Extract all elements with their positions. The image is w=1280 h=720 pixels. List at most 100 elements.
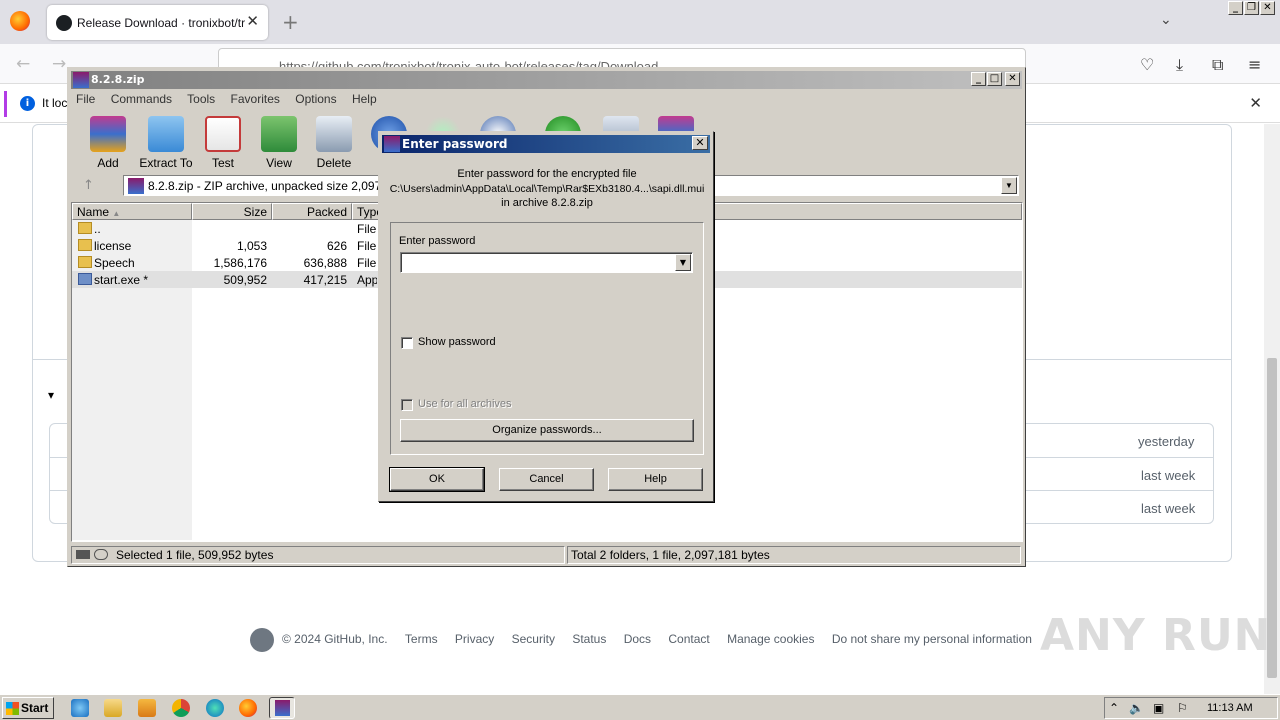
- winrar-taskbar-button[interactable]: [269, 697, 295, 719]
- tray-expand-icon[interactable]: ⌃: [1109, 701, 1119, 715]
- menu-tools[interactable]: Tools: [187, 92, 215, 106]
- winrar-icon: [384, 136, 400, 152]
- start-button[interactable]: Start: [2, 697, 54, 719]
- winrar-minimize-button[interactable]: _: [971, 72, 986, 86]
- key-icon[interactable]: [94, 549, 108, 560]
- page-footer: © 2024 GitHub, Inc. Terms Privacy Securi…: [250, 628, 1032, 652]
- show-password-checkbox[interactable]: Show password: [401, 336, 601, 350]
- winrar-maximize-button[interactable]: □: [987, 72, 1002, 86]
- menu-file[interactable]: File: [76, 92, 95, 106]
- column-header-packed[interactable]: Packed: [272, 203, 352, 220]
- extensions-icon[interactable]: ⧉: [1212, 55, 1223, 75]
- folder-icon: [78, 256, 92, 268]
- file-packed: 417,215: [303, 273, 347, 287]
- network-icon[interactable]: ▣: [1153, 701, 1164, 715]
- view-button[interactable]: View: [249, 116, 309, 170]
- internet-explorer-icon[interactable]: [71, 699, 89, 717]
- volume-icon[interactable]: 🔈: [1129, 701, 1144, 715]
- footer-link-contact[interactable]: Contact: [668, 632, 709, 646]
- menu-options[interactable]: Options: [295, 92, 336, 106]
- page-scrollbar[interactable]: [1264, 124, 1280, 694]
- message-line: Enter password for the encrypted file: [457, 168, 637, 180]
- add-label: Add: [97, 156, 119, 170]
- footer-link-terms[interactable]: Terms: [405, 632, 438, 646]
- forward-arrow-icon[interactable]: →: [52, 54, 66, 74]
- close-window-button[interactable]: ✕: [1260, 1, 1275, 15]
- path-dropdown-arrow-icon[interactable]: ▼: [1001, 177, 1017, 194]
- list-tabs-button[interactable]: ⌄: [1160, 12, 1172, 28]
- footer-link-security[interactable]: Security: [512, 632, 555, 646]
- footer-link-privacy[interactable]: Privacy: [455, 632, 494, 646]
- menu-favorites[interactable]: Favorites: [231, 92, 280, 106]
- message-line: in archive 8.2.8.zip: [501, 197, 593, 209]
- extract-to-label: Extract To: [139, 156, 193, 170]
- folder-up-icon: [78, 222, 92, 234]
- footer-link-do-not-share[interactable]: Do not share my personal information: [832, 632, 1032, 646]
- file-name: start.exe *: [94, 273, 149, 287]
- file-type: File folder: [357, 256, 377, 270]
- test-label: Test: [211, 156, 234, 170]
- new-tab-button[interactable]: +: [282, 10, 299, 34]
- file-size: 509,952: [223, 273, 267, 287]
- cancel-button[interactable]: Cancel: [499, 468, 594, 491]
- chrome-icon[interactable]: [172, 699, 190, 717]
- tab-close-icon[interactable]: ✕: [246, 12, 259, 30]
- password-dialog-title-bar[interactable]: Enter password ✕: [382, 135, 710, 153]
- pocket-icon[interactable]: ♡: [1140, 55, 1154, 74]
- action-center-flag-icon[interactable]: ⚐: [1177, 701, 1188, 715]
- asset-date: yesterday: [1138, 434, 1195, 449]
- clock[interactable]: 11:13 AM: [1207, 702, 1253, 714]
- firefox-logo-icon: [10, 11, 30, 31]
- tab-title: Release Download · tronixbot/tronix-auto…: [77, 16, 245, 30]
- menu-help[interactable]: Help: [352, 92, 377, 106]
- file-explorer-icon[interactable]: [104, 699, 122, 717]
- menu-icon[interactable]: ≡: [1248, 55, 1261, 74]
- password-history-dropdown-icon[interactable]: ▼: [675, 254, 691, 271]
- footer-link-docs[interactable]: Docs: [624, 632, 651, 646]
- encrypted-file-path: C:\Users\admin\AppData\Local\Temp\Rar$EX…: [389, 182, 705, 195]
- delete-label: Delete: [316, 156, 352, 170]
- footer-link-manage-cookies[interactable]: Manage cookies: [727, 632, 814, 646]
- firefox-icon[interactable]: [239, 699, 257, 717]
- file-name: license: [94, 239, 132, 253]
- windows-flag-icon: [6, 702, 19, 715]
- dialog-close-button[interactable]: ✕: [692, 136, 708, 150]
- media-player-icon[interactable]: [138, 699, 156, 717]
- github-logo-icon: [250, 628, 274, 652]
- footer-copyright: © 2024 GitHub, Inc.: [282, 632, 388, 647]
- up-arrow-icon[interactable]: ↑: [83, 178, 94, 193]
- notification-accent: [4, 91, 7, 117]
- edge-icon[interactable]: [206, 699, 224, 717]
- winrar-close-button[interactable]: ✕: [1005, 72, 1020, 86]
- column-name-label: Name: [77, 205, 110, 219]
- assets-toggle-caret[interactable]: ▾: [48, 388, 54, 402]
- test-button[interactable]: Test: [193, 116, 253, 170]
- checkbox-box[interactable]: [401, 337, 413, 349]
- extract-to-button[interactable]: Extract To: [136, 116, 196, 170]
- column-header-name[interactable]: Name ▲: [72, 203, 192, 220]
- download-icon[interactable]: ⤓: [1176, 55, 1183, 75]
- drive-icon[interactable]: [76, 550, 90, 559]
- winrar-title-bar[interactable]: 8.2.8.zip _ □ ✕: [71, 71, 1022, 89]
- footer-link-status[interactable]: Status: [572, 632, 606, 646]
- column-header-size[interactable]: Size: [192, 203, 272, 220]
- restore-button[interactable]: ❐: [1244, 1, 1259, 15]
- delete-button[interactable]: Delete: [304, 116, 364, 170]
- organize-passwords-button[interactable]: Organize passwords...: [400, 419, 694, 442]
- dialog-message: Enter password for the encrypted file C:…: [379, 167, 715, 211]
- notification-close-icon[interactable]: ✕: [1249, 94, 1262, 112]
- trash-icon: [316, 116, 352, 152]
- ok-button[interactable]: OK: [389, 467, 485, 492]
- add-button[interactable]: Add: [78, 116, 138, 170]
- menu-commands[interactable]: Commands: [111, 92, 172, 106]
- browser-tab[interactable]: Release Download · tronixbot/tronix-auto…: [47, 5, 268, 40]
- back-arrow-icon[interactable]: ←: [16, 54, 30, 74]
- minimize-button[interactable]: _: [1228, 1, 1243, 15]
- password-input[interactable]: ▼: [400, 252, 693, 273]
- file-name: ..: [94, 222, 101, 236]
- github-favicon-icon: [56, 15, 72, 31]
- file-packed: 636,888: [303, 256, 347, 270]
- system-tray: ⌃ 🔈 ▣ ⚐ 11:13 AM: [1104, 697, 1278, 719]
- help-button[interactable]: Help: [608, 468, 703, 491]
- checkbox-box: [401, 399, 413, 411]
